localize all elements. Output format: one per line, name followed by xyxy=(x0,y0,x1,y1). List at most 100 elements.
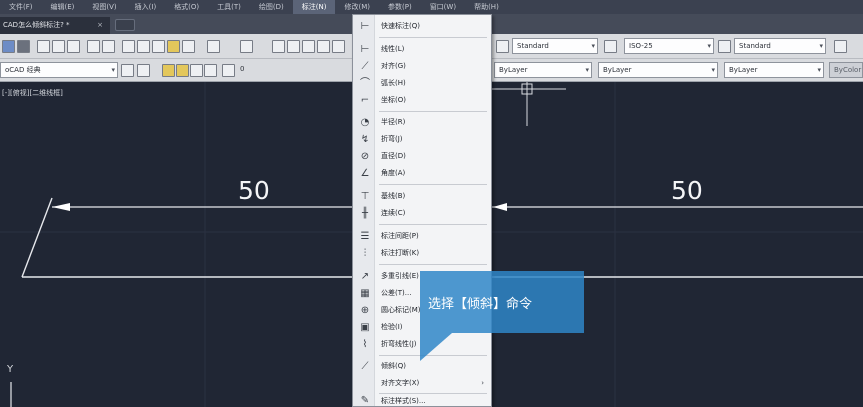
menu-item-continue[interactable]: ╫ 连续(C) xyxy=(353,205,491,222)
lock-icon[interactable] xyxy=(190,64,203,77)
paste-icon[interactable] xyxy=(152,40,165,53)
close-tab-icon[interactable]: × xyxy=(94,17,106,34)
menu-item-jogged[interactable]: ↯ 折弯(J) xyxy=(353,131,491,148)
zoom-realtime-icon[interactable] xyxy=(287,40,300,53)
menu-file[interactable]: 文件(F) xyxy=(0,0,42,14)
dimension-text-left[interactable]: 50 xyxy=(238,176,270,205)
continue-icon: ╫ xyxy=(361,208,369,219)
menu-separator xyxy=(379,224,487,225)
center-mark-icon: ⊕ xyxy=(360,305,370,316)
dimension-text-right[interactable]: 50 xyxy=(671,176,703,205)
menu-modify[interactable]: 修改(M) xyxy=(335,0,379,14)
menu-item-dimension-style[interactable]: ✎ 标注样式(S)... xyxy=(353,395,491,406)
lightbulb-icon[interactable] xyxy=(162,64,175,77)
text-style-icon xyxy=(496,40,509,53)
save-icon[interactable] xyxy=(17,40,30,53)
current-layer-name[interactable]: 0 xyxy=(240,65,244,73)
menu-item-angle[interactable]: ∠ 角度(A) xyxy=(353,165,491,182)
dimension-break-icon: ⫶ xyxy=(363,248,367,259)
menu-separator xyxy=(379,37,487,38)
open-icon[interactable] xyxy=(2,40,15,53)
zoom-window-icon[interactable] xyxy=(302,40,315,53)
menu-item-dimension-space[interactable]: ☰ 标注间距(P) xyxy=(353,228,491,245)
menu-separator xyxy=(379,264,487,265)
workspace-combo[interactable]: oCAD 经典 ▾ xyxy=(0,62,118,78)
cut-icon[interactable] xyxy=(122,40,135,53)
menu-draw[interactable]: 绘图(D) xyxy=(250,0,293,14)
arrowhead-middle xyxy=(493,203,507,211)
copy-icon[interactable] xyxy=(137,40,150,53)
extension-line-left[interactable] xyxy=(21,197,53,278)
callout-pointer xyxy=(420,333,452,361)
plotstyle-control-combo[interactable]: ByColor xyxy=(829,62,863,78)
document-tab-title: CAD怎么倾斜标注? * xyxy=(3,21,70,29)
menu-parametric[interactable]: 参数(P) xyxy=(379,0,421,14)
crosshair-cursor xyxy=(492,82,566,126)
menu-window[interactable]: 窗口(W) xyxy=(421,0,465,14)
submenu-arrow-icon: › xyxy=(481,379,484,387)
jogged-linear-icon: ⌇ xyxy=(362,339,368,350)
match-properties-icon[interactable] xyxy=(167,40,180,53)
linear-dimension-icon: ⊢ xyxy=(360,44,370,55)
print-preview-icon[interactable] xyxy=(52,40,65,53)
undo-icon[interactable] xyxy=(207,40,220,53)
radius-icon: ◔ xyxy=(360,117,370,128)
color-square-icon[interactable] xyxy=(204,64,217,77)
menu-item-dimension-break[interactable]: ⫶ 标注打断(K) xyxy=(353,245,491,262)
y-axis-label: Y xyxy=(7,364,14,375)
menu-edit[interactable]: 编辑(E) xyxy=(42,0,84,14)
multileader-icon: ↗ xyxy=(360,271,370,282)
dimension-space-icon: ☰ xyxy=(360,231,370,242)
new-tab-button[interactable] xyxy=(115,19,135,31)
menu-item-quick-dimension[interactable]: ⊢ 快速标注(Q) xyxy=(353,18,491,35)
baseline-icon: ⊤ xyxy=(360,191,370,202)
color-control-combo[interactable]: ByLayer ▾ xyxy=(494,62,592,78)
publish-icon[interactable] xyxy=(67,40,80,53)
redo-icon[interactable] xyxy=(240,40,253,53)
zoom-previous-icon[interactable] xyxy=(317,40,330,53)
text-style-combo[interactable]: Standard ▾ xyxy=(512,38,598,54)
dimension-style-icon xyxy=(604,40,617,53)
dimension-style-combo[interactable]: ISO-25 ▾ xyxy=(624,38,714,54)
lineweight-control-combo[interactable]: ByLayer ▾ xyxy=(724,62,824,78)
menu-bar: 文件(F) 编辑(E) 视图(V) 插入(I) 格式(O) 工具(T) 绘图(D… xyxy=(0,0,863,14)
plot-icon[interactable] xyxy=(87,40,100,53)
menu-help[interactable]: 帮助(H) xyxy=(465,0,508,14)
menu-item-linear[interactable]: ⊢ 线性(L) xyxy=(353,41,491,58)
oblique-icon: ⟋ xyxy=(361,361,369,372)
sun-icon[interactable] xyxy=(176,64,189,77)
properties-icon[interactable] xyxy=(332,40,345,53)
menu-item-baseline[interactable]: ⊤ 基线(B) xyxy=(353,188,491,205)
menu-view[interactable]: 视图(V) xyxy=(83,0,125,14)
callout-text: 选择【倾斜】命令 xyxy=(428,297,533,312)
block-editor-icon[interactable] xyxy=(182,40,195,53)
workspace-settings-icon[interactable] xyxy=(121,64,134,77)
menu-dimension[interactable]: 标注(N) xyxy=(292,0,336,14)
menu-separator xyxy=(379,393,487,394)
menu-item-align-text[interactable]: 对齐文字(X) › xyxy=(353,375,491,392)
menu-item-diameter[interactable]: ⊘ 直径(D) xyxy=(353,148,491,165)
table-style-combo[interactable]: Standard ▾ xyxy=(734,38,826,54)
tolerance-icon: ▦ xyxy=(360,288,370,299)
jogged-icon: ↯ xyxy=(360,134,370,145)
ordinate-icon: ⌐ xyxy=(360,95,370,106)
menu-insert[interactable]: 插入(I) xyxy=(126,0,166,14)
match-icon[interactable] xyxy=(102,40,115,53)
menu-tools[interactable]: 工具(T) xyxy=(208,0,250,14)
linetype-control-combo[interactable]: ByLayer ▾ xyxy=(598,62,718,78)
menu-item-radius[interactable]: ◔ 半径(R) xyxy=(353,114,491,131)
layer-manager-icon[interactable] xyxy=(137,64,150,77)
menu-item-ordinate[interactable]: ⌐ 坐标(O) xyxy=(353,92,491,109)
menu-separator xyxy=(379,184,487,185)
inspection-icon: ▣ xyxy=(360,322,370,333)
diameter-icon: ⊘ xyxy=(360,151,370,162)
layer-state-icon[interactable] xyxy=(222,64,235,77)
document-tab[interactable]: CAD怎么倾斜标注? * × xyxy=(0,17,110,34)
quick-dimension-icon: ⊢ xyxy=(360,21,370,32)
menu-item-arc-length[interactable]: ⌒ 弧长(H) xyxy=(353,75,491,92)
multileader-style-icon[interactable] xyxy=(834,40,847,53)
menu-format[interactable]: 格式(O) xyxy=(165,0,208,14)
menu-item-aligned[interactable]: ⟋ 对齐(G) xyxy=(353,58,491,75)
pan-icon[interactable] xyxy=(272,40,285,53)
print-icon[interactable] xyxy=(37,40,50,53)
